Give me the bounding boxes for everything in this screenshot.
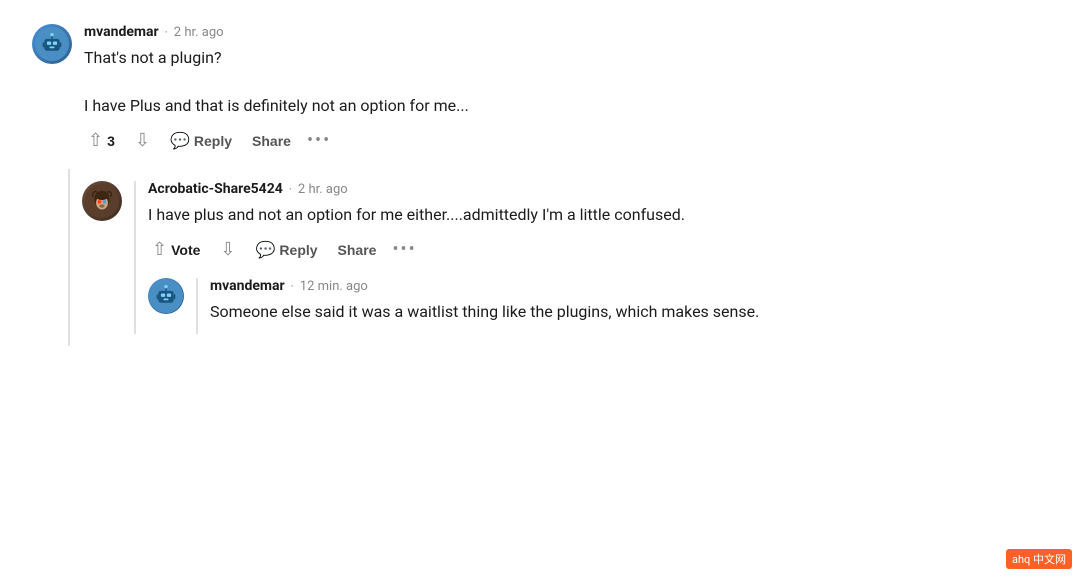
share-label: Share — [338, 242, 377, 258]
comment-text: That's not a plugin? I have Plus and tha… — [84, 46, 1064, 118]
nested-comments: Acrobatic-Share5424 · 2 hr. ago I have p… — [68, 169, 1064, 346]
vote-label: Vote — [171, 242, 200, 258]
username: mvandemar — [84, 24, 159, 40]
reply-label: Reply — [279, 242, 317, 258]
comment-header: mvandemar · 12 min. ago — [210, 278, 1064, 294]
comment-text: Someone else said it was a waitlist thin… — [210, 300, 1064, 324]
avatar — [148, 278, 184, 314]
more-options-button[interactable]: ••• — [392, 239, 416, 260]
comment-actions: ⇧ 3 ⇩ 💬 Reply Share ••• — [84, 128, 1064, 153]
downvote-button[interactable]: ⇩ — [216, 237, 239, 262]
comment-actions: ⇧ Vote ⇩ 💬 Reply Share ••• — [148, 237, 1064, 262]
downvote-button[interactable]: ⇩ — [131, 128, 154, 153]
timestamp: 12 min. ago — [300, 279, 368, 294]
reply-button[interactable]: 💬 Reply — [166, 129, 236, 153]
sub-nested-body: mvandemar · 12 min. ago Someone else sai… — [196, 278, 1064, 334]
share-label: Share — [252, 133, 291, 149]
chat-icon: 💬 — [256, 240, 276, 260]
comment-text: I have plus and not an option for me eit… — [148, 203, 1064, 227]
vote-count: 3 — [107, 133, 115, 149]
upvote-button[interactable]: ⇧ 3 — [84, 128, 119, 153]
username: mvandemar — [210, 278, 285, 294]
sub-nested-comment: mvandemar · 12 min. ago Someone else sai… — [148, 278, 1064, 334]
reply-label: Reply — [194, 133, 232, 149]
timestamp: 2 hr. ago — [298, 182, 348, 197]
timestamp: 2 hr. ago — [174, 25, 224, 40]
upvote-icon: ⇧ — [88, 130, 103, 151]
nested-comment-acrobatic: Acrobatic-Share5424 · 2 hr. ago I have p… — [70, 169, 1064, 346]
top-level-comment: mvandemar · 2 hr. ago That's not a plugi… — [16, 24, 1064, 153]
comment-body: mvandemar · 2 hr. ago That's not a plugi… — [84, 24, 1064, 153]
upvote-button[interactable]: ⇧ Vote — [148, 237, 204, 262]
reply-button[interactable]: 💬 Reply — [252, 238, 322, 262]
downvote-icon: ⇩ — [135, 130, 150, 151]
comment-thread: mvandemar · 2 hr. ago That's not a plugi… — [0, 16, 1080, 354]
avatar — [82, 181, 122, 221]
username: Acrobatic-Share5424 — [148, 181, 283, 197]
watermark: ahq 中文网 — [1006, 549, 1072, 569]
more-options-button[interactable]: ••• — [307, 130, 331, 151]
share-button[interactable]: Share — [248, 131, 295, 151]
downvote-icon: ⇩ — [220, 239, 235, 260]
nested-comment-body: Acrobatic-Share5424 · 2 hr. ago I have p… — [134, 181, 1064, 334]
upvote-icon: ⇧ — [152, 239, 167, 260]
share-button[interactable]: Share — [334, 240, 381, 260]
comment-header: Acrobatic-Share5424 · 2 hr. ago — [148, 181, 1064, 197]
comment-header: mvandemar · 2 hr. ago — [84, 24, 1064, 40]
avatar — [32, 24, 72, 64]
chat-icon: 💬 — [170, 131, 190, 151]
